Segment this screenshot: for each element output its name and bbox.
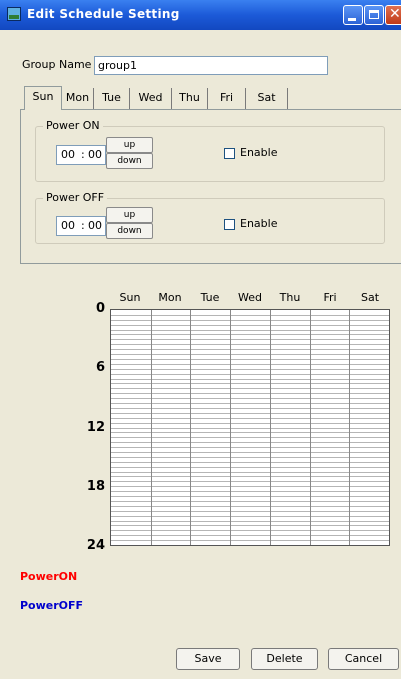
save-button[interactable]: Save [176, 648, 240, 670]
tab-mon[interactable]: Mon [62, 88, 94, 110]
window-title: Edit Schedule Setting [27, 7, 180, 21]
hour-label-24: 24 [86, 538, 105, 553]
delete-button[interactable]: Delete [251, 648, 318, 670]
hour-label-18: 18 [86, 478, 105, 494]
close-button[interactable]: ✕ [385, 5, 401, 25]
title-bar: Edit Schedule Setting ✕ [0, 0, 401, 30]
day-label-sat: Sat [360, 291, 380, 304]
power-off-time[interactable]: 00 : 00 [56, 216, 106, 236]
tab-sun[interactable]: Sun [24, 86, 62, 110]
day-label-mon: Mon [158, 291, 182, 304]
power-on-hour: 00 [61, 148, 75, 161]
close-icon: ✕ [389, 6, 401, 22]
power-on-enable-checkbox[interactable] [224, 148, 235, 159]
power-off-enable-checkbox[interactable] [224, 219, 235, 230]
tab-tue[interactable]: Tue [94, 88, 130, 110]
power-on-minute: 00 [88, 148, 102, 161]
tab-thu[interactable]: Thu [172, 88, 208, 110]
power-off-colon: : [81, 219, 85, 232]
power-off-up-button[interactable]: up [106, 207, 153, 223]
day-label-tue: Tue [200, 291, 220, 304]
tab-fri[interactable]: Fri [208, 88, 246, 110]
day-label-wed: Wed [238, 291, 262, 304]
power-off-enable-label: Enable [240, 217, 278, 230]
power-on-colon: : [81, 148, 85, 161]
power-on-down-button[interactable]: down [106, 153, 153, 169]
day-label-sun: Sun [119, 291, 141, 304]
app-icon [7, 7, 21, 21]
hour-label-12: 12 [86, 419, 105, 435]
tab-wed[interactable]: Wed [130, 88, 172, 110]
schedule-grid[interactable] [110, 309, 390, 546]
day-label-fri: Fri [323, 291, 337, 304]
group-name-label: Group Name [22, 58, 92, 71]
cancel-button[interactable]: Cancel [328, 648, 399, 670]
power-off-minute: 00 [88, 219, 102, 232]
schedule-grid-lines [111, 310, 389, 545]
power-off-legend: PowerOFF [20, 599, 84, 612]
power-on-up-button[interactable]: up [106, 137, 153, 153]
power-off-down-button[interactable]: down [106, 223, 153, 239]
minimize-button[interactable] [343, 5, 363, 25]
power-on-title: Power ON [43, 119, 103, 132]
power-on-legend: PowerON [20, 570, 78, 583]
tab-sat[interactable]: Sat [246, 88, 288, 110]
power-on-enable-label: Enable [240, 146, 278, 159]
hour-label-6: 6 [95, 360, 105, 376]
day-label-thu: Thu [279, 291, 301, 304]
hour-label-0: 0 [95, 301, 105, 316]
power-off-hour: 00 [61, 219, 75, 232]
group-name-input[interactable]: group1 [94, 56, 328, 75]
maximize-button[interactable] [364, 5, 384, 25]
power-on-time[interactable]: 00 : 00 [56, 145, 106, 165]
power-off-title: Power OFF [43, 191, 108, 204]
